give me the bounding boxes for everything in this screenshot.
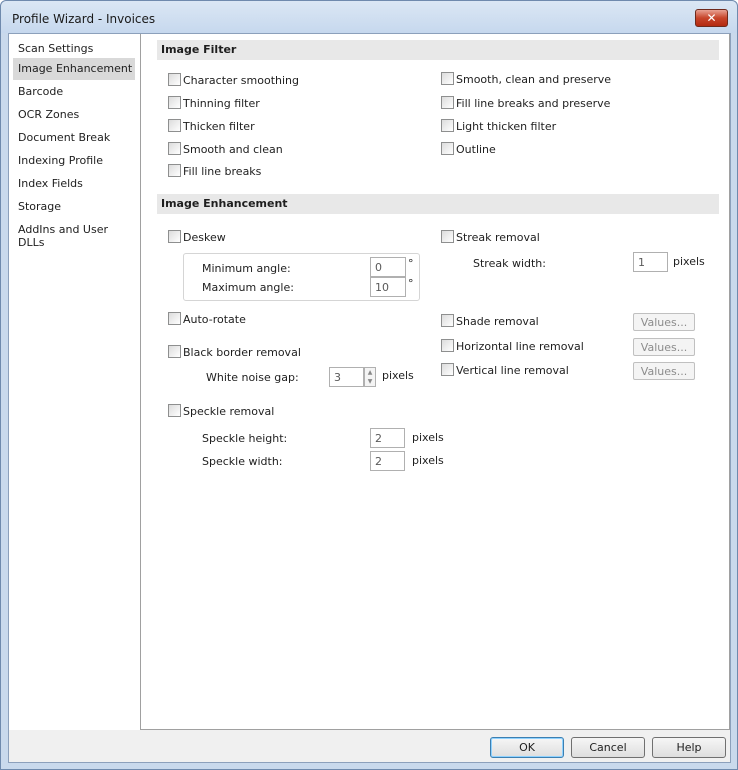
min-angle-label: Minimum angle: (202, 262, 291, 275)
checkbox-label: Fill line breaks (183, 165, 262, 178)
checkbox-label: Smooth, clean and preserve (456, 73, 612, 86)
checkbox-box[interactable] (168, 312, 181, 325)
sidebar-item-scan-settings[interactable]: Scan Settings (13, 38, 135, 60)
thicken-filter-checkbox[interactable]: Thicken filter (168, 119, 255, 135)
checkbox-box[interactable] (441, 72, 454, 85)
help-button[interactable]: Help (652, 737, 726, 758)
checkbox-label: Character smoothing (183, 74, 300, 87)
sidebar-item-addins[interactable]: AddIns and User DLLs (13, 219, 135, 249)
shade-values-button[interactable]: Values... (633, 313, 695, 331)
vertical-line-removal-checkbox[interactable]: Vertical line removal (441, 363, 569, 379)
sidebar-item-barcode[interactable]: Barcode (13, 81, 135, 103)
title-bar[interactable]: Profile Wizard - Invoices ✕ (1, 1, 737, 33)
checkbox-label: Outline (456, 143, 496, 156)
auto-rotate-checkbox[interactable]: Auto-rotate (168, 312, 246, 328)
ok-button[interactable]: OK (490, 737, 564, 758)
checkbox-box[interactable] (441, 119, 454, 132)
close-button[interactable]: ✕ (695, 9, 728, 27)
shade-removal-checkbox[interactable]: Shade removal (441, 314, 539, 330)
speckle-height-label: Speckle height: (202, 432, 288, 445)
min-angle-input[interactable]: 0 (370, 257, 406, 277)
vertical-line-values-button[interactable]: Values... (633, 362, 695, 380)
speckle-width-input[interactable]: 2 (370, 451, 405, 471)
character-smoothing-checkbox[interactable]: Character smoothing (168, 73, 299, 89)
sidebar-item-image-enhancement[interactable]: Image Enhancement (13, 58, 135, 80)
white-noise-gap-input[interactable]: 3 (329, 367, 364, 387)
checkbox-box[interactable] (168, 345, 181, 358)
checkbox-box[interactable] (441, 142, 454, 155)
speckle-removal-checkbox[interactable]: Speckle removal (168, 404, 274, 420)
checkbox-box[interactable] (441, 314, 454, 327)
cancel-button[interactable]: Cancel (571, 737, 645, 758)
sidebar-item-ocr-zones[interactable]: OCR Zones (13, 104, 135, 126)
checkbox-label: Black border removal (183, 346, 301, 359)
streak-removal-checkbox[interactable]: Streak removal (441, 230, 540, 246)
speckle-width-unit: pixels (412, 454, 444, 467)
speckle-height-input[interactable]: 2 (370, 428, 405, 448)
streak-unit: pixels (673, 255, 705, 268)
window-title: Profile Wizard - Invoices (12, 12, 156, 26)
gap-unit: pixels (382, 369, 414, 382)
checkbox-label: Vertical line removal (456, 364, 569, 377)
checkbox-box[interactable] (441, 96, 454, 109)
degree-unit: ° (408, 277, 414, 290)
checkbox-label: Thicken filter (183, 120, 255, 133)
checkbox-label: Streak removal (456, 231, 540, 244)
max-angle-label: Maximum angle: (202, 281, 294, 294)
checkbox-label: Horizontal line removal (456, 340, 584, 353)
white-noise-gap-label: White noise gap: (206, 371, 299, 384)
settings-panel: Image Filter Character smoothing Thinnin… (141, 34, 730, 730)
checkbox-label: Thinning filter (183, 97, 260, 110)
checkbox-box[interactable] (168, 164, 181, 177)
horizontal-line-removal-checkbox[interactable]: Horizontal line removal (441, 339, 584, 355)
sidebar-item-document-break[interactable]: Document Break (13, 127, 135, 149)
image-enhancement-heading: Image Enhancement (157, 194, 719, 214)
streak-width-input[interactable]: 1 (633, 252, 668, 272)
smooth-clean-preserve-checkbox[interactable]: Smooth, clean and preserve (441, 72, 611, 88)
sidebar-item-indexing-profile[interactable]: Indexing Profile (13, 150, 135, 172)
checkbox-box[interactable] (441, 339, 454, 352)
checkbox-box[interactable] (441, 363, 454, 376)
checkbox-label: Light thicken filter (456, 120, 557, 133)
degree-unit: ° (408, 257, 414, 270)
fill-line-breaks-checkbox[interactable]: Fill line breaks (168, 164, 261, 180)
black-border-removal-checkbox[interactable]: Black border removal (168, 345, 301, 361)
smooth-and-clean-checkbox[interactable]: Smooth and clean (168, 142, 283, 158)
thinning-filter-checkbox[interactable]: Thinning filter (168, 96, 260, 112)
checkbox-box[interactable] (168, 119, 181, 132)
streak-width-label: Streak width: (473, 257, 546, 270)
deskew-checkbox[interactable]: Deskew (168, 230, 226, 246)
checkbox-box[interactable] (441, 230, 454, 243)
checkbox-box[interactable] (168, 73, 181, 86)
speckle-height-unit: pixels (412, 431, 444, 444)
checkbox-box[interactable] (168, 230, 181, 243)
checkbox-label: Fill line breaks and preserve (456, 97, 611, 110)
dialog-window: Profile Wizard - Invoices ✕ Scan Setting… (0, 0, 738, 770)
checkbox-label: Speckle removal (183, 405, 275, 418)
checkbox-box[interactable] (168, 404, 181, 417)
max-angle-input[interactable]: 10 (370, 277, 406, 297)
sidebar-nav: Scan Settings Image Enhancement Barcode … (9, 34, 141, 730)
checkbox-label: Deskew (183, 231, 226, 244)
dialog-client: Scan Settings Image Enhancement Barcode … (8, 33, 731, 763)
sidebar-item-index-fields[interactable]: Index Fields (13, 173, 135, 195)
fill-line-breaks-preserve-checkbox[interactable]: Fill line breaks and preserve (441, 96, 610, 112)
image-filter-heading: Image Filter (157, 40, 719, 60)
checkbox-label: Shade removal (456, 315, 539, 328)
checkbox-label: Smooth and clean (183, 143, 283, 156)
sidebar-item-storage[interactable]: Storage (13, 196, 135, 218)
speckle-width-label: Speckle width: (202, 455, 283, 468)
light-thicken-filter-checkbox[interactable]: Light thicken filter (441, 119, 556, 135)
checkbox-label: Auto-rotate (183, 313, 246, 326)
horizontal-line-values-button[interactable]: Values... (633, 338, 695, 356)
close-icon: ✕ (706, 11, 717, 25)
outline-checkbox[interactable]: Outline (441, 142, 496, 158)
white-noise-gap-spinner[interactable]: ▲ ▼ (364, 367, 376, 387)
checkbox-box[interactable] (168, 96, 181, 109)
checkbox-box[interactable] (168, 142, 181, 155)
